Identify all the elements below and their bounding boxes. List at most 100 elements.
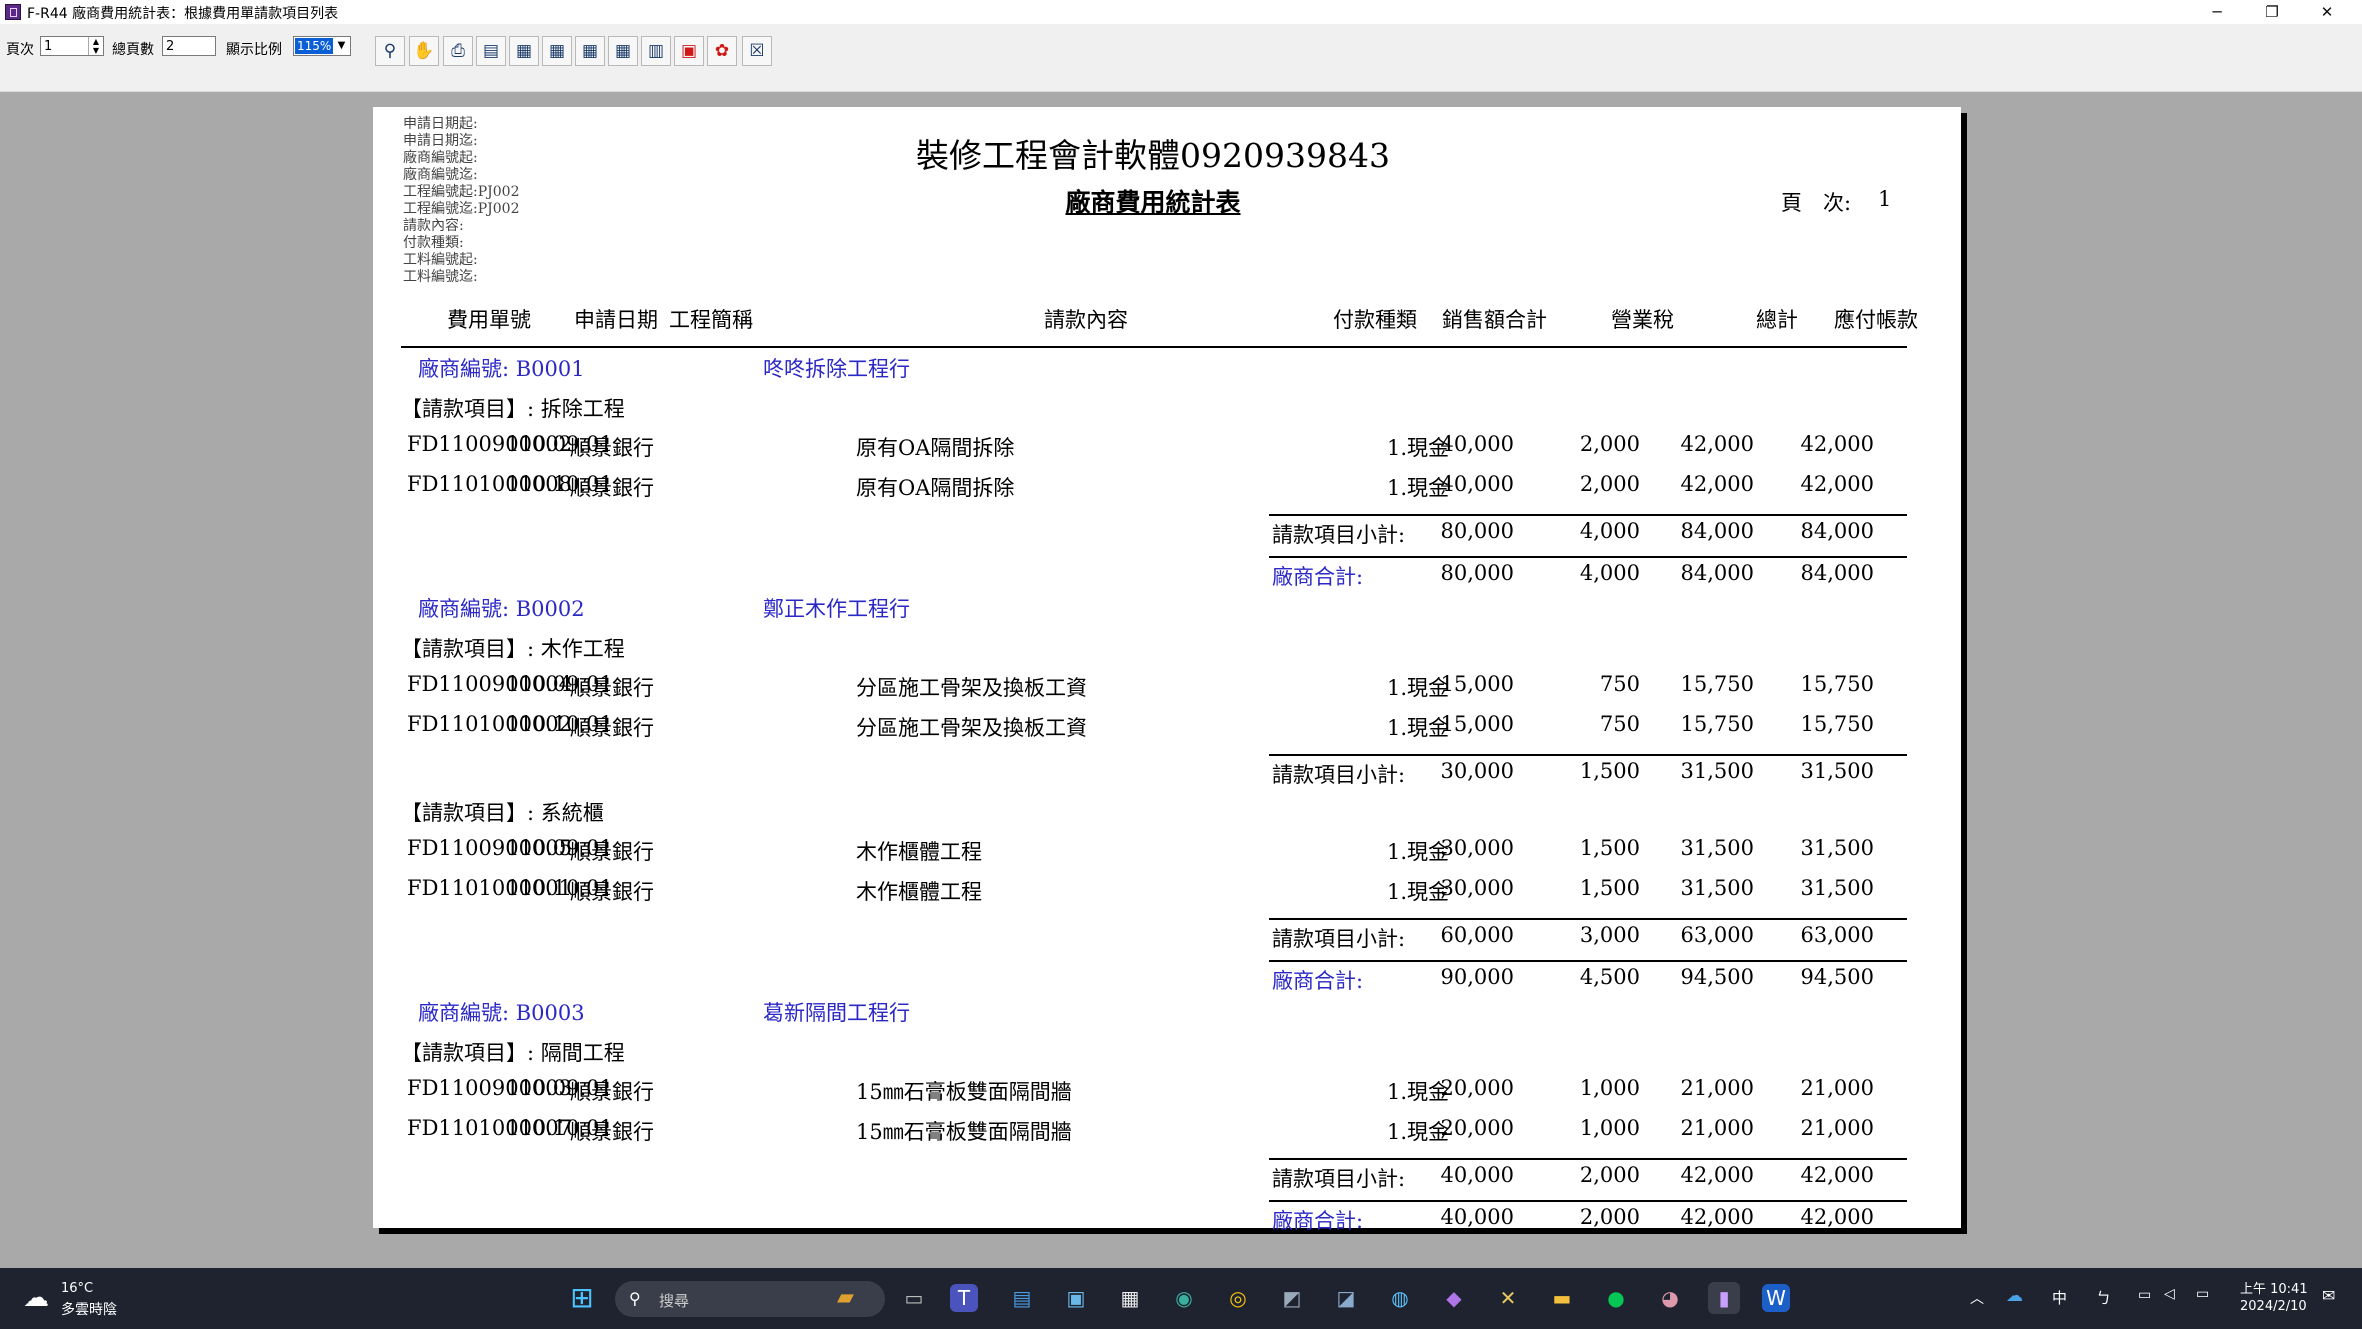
- vendor-total-total: 84,000: [1680, 561, 1754, 585]
- item-group-label: 【請款項目】: 隔間工程: [401, 1041, 625, 1065]
- search-button[interactable]: ⚲: [375, 36, 405, 66]
- gift-button[interactable]: ✿: [707, 36, 737, 66]
- export-html-button[interactable]: ▦: [575, 36, 605, 66]
- word-icon[interactable]: W: [1762, 1284, 1790, 1312]
- cell-sales: 15,000: [1440, 712, 1514, 736]
- accounting-app-icon[interactable]: ▮: [1708, 1282, 1740, 1314]
- clock-date[interactable]: 2024/2/10: [2240, 1299, 2307, 1314]
- subtotal-sales: 60,000: [1440, 923, 1514, 947]
- page-label: 頁次: [6, 42, 34, 58]
- cell-tax: 2,000: [1579, 432, 1640, 456]
- tools-icon[interactable]: ✕: [1492, 1282, 1524, 1314]
- subtotal-label: 請款項目小計:: [1272, 523, 1406, 547]
- taskbar-search[interactable]: ⚲ 搜尋 ▰: [615, 1281, 885, 1317]
- close-report-button[interactable]: ☒: [742, 36, 772, 66]
- book-button[interactable]: ▥: [641, 36, 671, 66]
- maximize-button[interactable]: ❐: [2245, 0, 2299, 24]
- export-word-button[interactable]: ▦: [542, 36, 572, 66]
- project-name: 順景銀行: [570, 476, 654, 500]
- cell-sales: 15,000: [1440, 672, 1514, 696]
- cell-sales: 40,000: [1440, 472, 1514, 496]
- page-input[interactable]: 1 ▲ ▼: [40, 36, 104, 56]
- export-icon: ▦: [581, 41, 599, 61]
- visual-studio-icon[interactable]: ◆: [1438, 1282, 1470, 1314]
- cell-total: 21,000: [1680, 1076, 1754, 1100]
- project-name: 順景銀行: [570, 1080, 654, 1104]
- onedrive-icon[interactable]: ☁: [2006, 1286, 2023, 1306]
- search-icon: ⚲: [383, 41, 397, 61]
- project-name: 順景銀行: [570, 436, 654, 460]
- weather-desc: 多雲時陰: [61, 1302, 117, 1318]
- export-icon: ▦: [614, 41, 632, 61]
- task-view-icon[interactable]: ▭: [898, 1282, 930, 1314]
- page-setup-button[interactable]: ▤: [476, 36, 506, 66]
- subtotal-total: 63,000: [1680, 923, 1754, 947]
- chevron-up-icon[interactable]: ︿: [1970, 1288, 1984, 1308]
- print-button[interactable]: ⎙: [443, 36, 473, 66]
- subtotal-label: 請款項目小計:: [1272, 763, 1406, 787]
- browser-icon[interactable]: ◍: [1384, 1282, 1416, 1314]
- page-spinner[interactable]: ▲ ▼: [88, 37, 103, 55]
- cell-total: 21,000: [1680, 1116, 1754, 1140]
- print-icon: ⎙: [451, 41, 465, 61]
- zoom-select[interactable]: 115% ▼: [293, 36, 351, 56]
- vendor-total-label: 廠商合計:: [1272, 1209, 1364, 1233]
- pan-button[interactable]: ✋: [409, 36, 439, 66]
- chevron-down-icon: ▼: [337, 40, 346, 51]
- vendor-name: 咚咚拆除工程行: [763, 357, 910, 381]
- col-header-date: 申請日期: [574, 308, 658, 332]
- total-divider: [1269, 556, 1907, 558]
- cell-payable: 15,750: [1800, 672, 1874, 696]
- weather-icon[interactable]: ☁: [20, 1282, 52, 1314]
- col-header-project: 工程簡稱: [669, 308, 753, 332]
- network-icon[interactable]: ▭: [2138, 1287, 2151, 1303]
- request-content: 原有OA隔間拆除: [856, 436, 1015, 460]
- subtotal-tax: 2,000: [1579, 1163, 1640, 1187]
- col-header-content: 請款內容: [1044, 308, 1128, 332]
- item-group-label: 【請款項目】: 拆除工程: [401, 397, 625, 421]
- cell-sales: 20,000: [1440, 1116, 1514, 1140]
- subtotal-total: 84,000: [1680, 519, 1754, 543]
- photos-icon[interactable]: ▣: [1060, 1282, 1092, 1314]
- subtotal-total: 31,500: [1680, 759, 1754, 783]
- close-window-button[interactable]: ✕: [2300, 0, 2354, 24]
- export-excel-button[interactable]: ▦: [509, 36, 539, 66]
- page-number: 1: [1878, 187, 1892, 211]
- cell-payable: 31,500: [1800, 836, 1874, 860]
- total-divider: [1269, 960, 1907, 962]
- battery-icon[interactable]: ▭: [2196, 1286, 2209, 1302]
- chrome-icon[interactable]: ◎: [1222, 1282, 1254, 1314]
- header-divider: [401, 346, 1907, 348]
- app-icon[interactable]: ◕: [1654, 1282, 1686, 1314]
- minimize-button[interactable]: ─: [2190, 0, 2244, 24]
- cell-payable: 21,000: [1800, 1116, 1874, 1140]
- store-icon[interactable]: ▦: [1114, 1282, 1146, 1314]
- total-divider: [1269, 754, 1907, 756]
- app-icon[interactable]: ◩: [1276, 1282, 1308, 1314]
- export-text-button[interactable]: ▦: [608, 36, 638, 66]
- ime-mode-icon[interactable]: ㄅ: [2096, 1287, 2111, 1308]
- notification-icon[interactable]: ✉: [2322, 1286, 2335, 1305]
- request-content: 15㎜石膏板雙面隔間牆: [856, 1120, 1072, 1144]
- vendor-total-sales: 90,000: [1440, 965, 1514, 989]
- ime-indicator[interactable]: 中: [2052, 1287, 2067, 1308]
- cell-tax: 750: [1599, 672, 1640, 696]
- project-name: 順景銀行: [570, 676, 654, 700]
- chart-app-icon[interactable]: ◪: [1330, 1282, 1362, 1314]
- folder-icon[interactable]: ▬: [1546, 1282, 1578, 1314]
- edge-icon[interactable]: ◉: [1168, 1282, 1200, 1314]
- page-number-label: 頁 次:: [1781, 191, 1852, 215]
- search-placeholder: 搜尋: [659, 1292, 690, 1310]
- notepad-icon[interactable]: ▤: [1006, 1282, 1038, 1314]
- clock-time[interactable]: 上午 10:41: [2240, 1278, 2308, 1297]
- line-icon[interactable]: ●: [1600, 1282, 1632, 1314]
- col-header-payable: 應付帳款: [1834, 308, 1918, 332]
- volume-icon[interactable]: ◁: [2164, 1286, 2175, 1302]
- close-icon: ☒: [749, 41, 765, 61]
- teams-icon[interactable]: T: [950, 1284, 978, 1312]
- subtotal-payable: 84,000: [1800, 519, 1874, 543]
- search-icon: ⚲: [629, 1289, 641, 1308]
- start-icon[interactable]: ⊞: [566, 1282, 598, 1314]
- request-content: 分區施工骨架及換板工資: [856, 716, 1087, 740]
- export-pdf-button[interactable]: ▣: [674, 36, 704, 66]
